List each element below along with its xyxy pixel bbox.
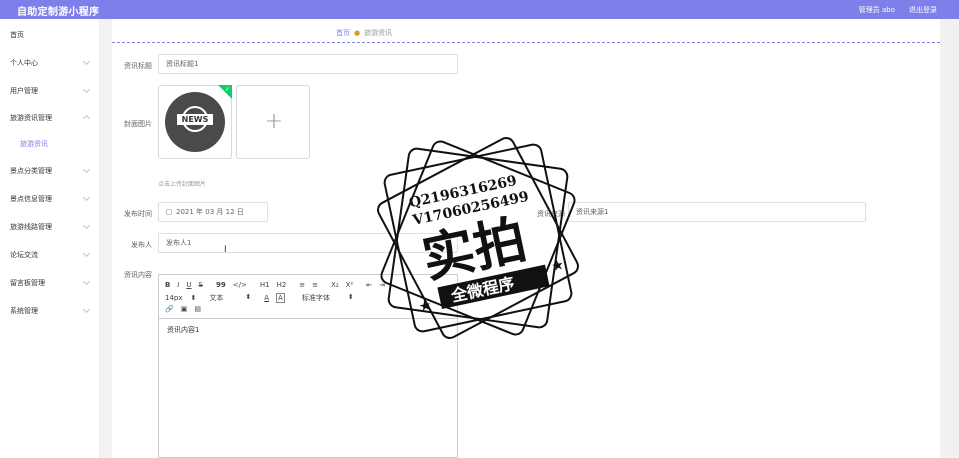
sidebar-item-travel-news-management[interactable]: 旅游资讯管理 [10,111,91,125]
current-user-label: 管理员 abo [858,6,895,14]
font-size-select[interactable]: 14px ⬍ [165,294,196,302]
title-input[interactable]: 资讯标题1 [158,54,458,74]
ordered-list-button[interactable]: ≡ [299,281,305,289]
title-label: 资讯标题 [124,62,152,70]
text-type-select[interactable]: 文本 ⬍ [209,293,251,303]
cover-upload-hint: 点击上传封面图片 [158,181,207,188]
chevron-down-icon [82,249,91,258]
check-icon: ✓ [224,86,230,93]
cover-image-thumbnail[interactable]: NEWS ✓ [158,85,232,159]
news-image: NEWS [165,92,225,152]
sidebar-subitem-travel-news[interactable]: 旅游资讯 [20,139,48,149]
publisher-label: 发布人 [131,241,152,249]
text-cursor-icon: I [224,245,227,255]
calendar-icon [166,209,172,215]
background-color-icon[interactable]: A [276,293,285,303]
sidebar: 首页 个人中心 用户管理 旅游资讯管理 旅游资讯 景点分类管理 景点信息管理 旅… [0,19,100,458]
underline-button[interactable]: U [186,281,191,289]
image-icon[interactable]: ▣ [181,305,188,313]
chevron-down-icon [82,85,91,94]
chevron-down-icon [82,277,91,286]
subscript-button[interactable]: X₂ [331,281,339,289]
toolbar-row-1: B I U S 99 </> H1 H2 ≡ ≡ X₂ X² ⇤ ⇥ [165,281,385,289]
chevron-down-icon [82,57,91,66]
h1-button[interactable]: H1 [260,281,270,289]
code-button[interactable]: </> [233,281,247,289]
chevron-down-icon [82,165,91,174]
h2-button[interactable]: H2 [277,281,287,289]
cover-label: 封面图片 [124,120,152,128]
source-input[interactable]: 资讯来源1 [568,202,866,222]
select-arrow-icon: ⬍ [245,293,252,301]
breadcrumb: 首页 ● 旅游资讯 [336,28,392,38]
chevron-down-icon [82,305,91,314]
sidebar-item-user-management[interactable]: 用户管理 [10,84,91,98]
sidebar-item-spot-info[interactable]: 景点信息管理 [10,192,91,206]
publish-time-label: 发布时间 [124,210,152,218]
top-navbar: 自助定制游小程序 管理员 abo 退出登录 [0,0,959,19]
sidebar-item-forum[interactable]: 论坛交流 [10,248,91,262]
publish-time-picker[interactable]: 2021 年 03 月 12 日 [158,202,268,222]
app-title: 自助定制游小程序 [17,7,100,18]
strike-button[interactable]: S [199,281,203,289]
select-arrow-icon: ⬍ [347,293,354,301]
sidebar-item-home[interactable]: 首页 [10,28,90,42]
divider [112,42,940,43]
cover-upload-button[interactable]: + [236,85,310,159]
video-icon[interactable]: ▤ [194,305,201,313]
bullet-list-button[interactable]: ≡ [312,281,318,289]
logout-link[interactable]: 退出登录 [909,5,937,15]
italic-button[interactable]: I [177,281,179,289]
chevron-down-icon [82,221,91,230]
breadcrumb-home[interactable]: 首页 [336,28,350,38]
watermark-stamp: Q2196316269 V17060256499 实拍 全微程序 ★ ★ [377,137,579,339]
plus-icon: + [264,109,284,134]
editor-content[interactable]: 资讯内容1 [167,325,199,335]
select-arrow-icon: ⬍ [190,294,197,302]
sidebar-item-message-board[interactable]: 留言板管理 [10,276,91,290]
font-family-select[interactable]: 标准字体 ⬍ [302,293,354,303]
bold-button[interactable]: B [165,281,170,289]
superscript-button[interactable]: X² [346,281,354,289]
font-color-icon[interactable]: A [264,294,269,302]
blockquote-button[interactable]: 99 [216,281,226,289]
sidebar-item-spot-category[interactable]: 景点分类管理 [10,164,91,178]
breadcrumb-current: 旅游资讯 [364,29,393,37]
link-icon[interactable]: 🔗 [165,305,174,313]
scrollbar[interactable] [948,19,959,458]
header-actions: 管理员 abo 退出登录 [859,5,937,15]
star-icon: ★ [550,257,566,275]
content-label: 资讯内容 [124,271,152,279]
publish-time-value: 2021 年 03 月 12 日 [176,208,244,216]
breadcrumb-separator-icon: ● [354,29,361,37]
sidebar-item-travel-routes[interactable]: 旅游线路管理 [10,220,91,234]
sidebar-item-personal-center[interactable]: 个人中心 [10,56,91,70]
sidebar-item-system[interactable]: 系统管理 [10,304,91,318]
toolbar-row-2: 14px ⬍ 文本 ⬍ A A 标准字体 ⬍ [165,293,354,303]
chevron-down-icon [82,193,91,202]
chevron-up-icon [82,114,91,123]
toolbar-row-3: 🔗 ▣ ▤ [165,305,201,313]
news-image-text: NEWS [177,114,213,125]
